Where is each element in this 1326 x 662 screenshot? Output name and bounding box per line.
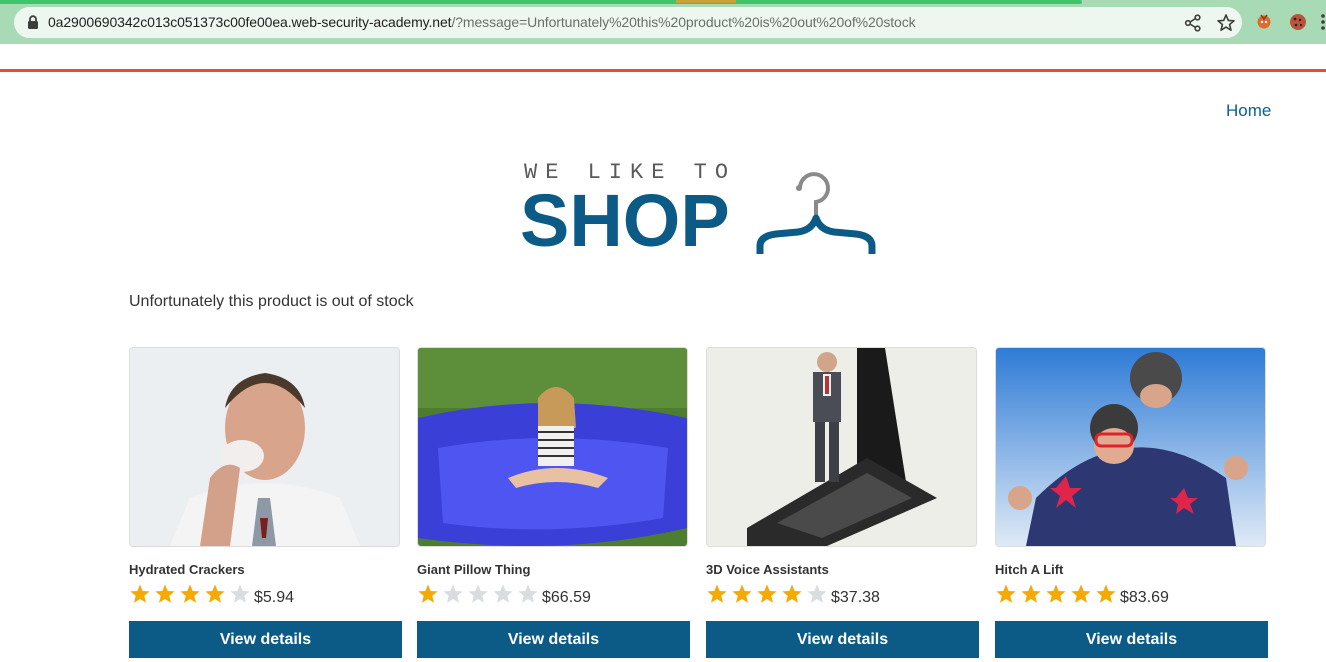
product-rating: [706, 583, 828, 607]
product-card: 3D Voice Assistants $37.38 View details: [706, 347, 979, 658]
star-filled-icon: [1071, 584, 1091, 603]
lock-icon[interactable]: [26, 15, 40, 30]
product-photo-crackers: [130, 348, 399, 546]
hanger-icon: [756, 172, 876, 254]
star-filled-icon: [205, 584, 225, 603]
star-filled-icon: [996, 584, 1016, 603]
status-message: Unfortunately this product is out of sto…: [129, 293, 414, 310]
star-filled-icon: [732, 584, 752, 603]
star-empty-icon: [493, 584, 513, 603]
product-price: $5.94: [254, 589, 295, 606]
star-empty-icon: [518, 584, 538, 603]
star-filled-icon: [757, 584, 777, 603]
view-details-button[interactable]: View details: [417, 621, 690, 658]
star-empty-icon: [443, 584, 463, 603]
url-host: 0a2900690342c013c051373c00fe00ea.web-sec…: [48, 14, 452, 30]
star-filled-icon: [707, 584, 727, 603]
star-filled-icon: [782, 584, 802, 603]
product-card: Hitch A Lift $83.69 View details: [995, 347, 1268, 658]
extension-icon[interactable]: [1255, 12, 1273, 30]
star-empty-icon: [468, 584, 488, 603]
product-image: [417, 347, 688, 547]
logo-wordmark: SHOP: [520, 179, 730, 262]
product-price: $37.38: [831, 589, 880, 606]
cookie-extension-icon[interactable]: [1288, 12, 1308, 32]
product-photo-voice-assistant: [707, 348, 976, 546]
product-image: [995, 347, 1266, 547]
site-header: [0, 44, 1326, 69]
browser-toolbar: 0a2900690342c013c051373c00fe00ea.web-sec…: [0, 0, 1326, 44]
product-price: $66.59: [542, 589, 591, 606]
view-details-button[interactable]: View details: [706, 621, 979, 658]
product-image: [129, 347, 400, 547]
header-divider: [0, 69, 1326, 72]
product-rating: [995, 583, 1117, 607]
site-logo: WE LIKE TO SHOP: [520, 158, 880, 258]
product-rating: [129, 583, 251, 607]
star-icon[interactable]: [1216, 13, 1236, 33]
view-details-button[interactable]: View details: [129, 621, 402, 658]
product-name: Hydrated Crackers: [129, 562, 245, 577]
product-name: Giant Pillow Thing: [417, 562, 531, 577]
view-details-button[interactable]: View details: [995, 621, 1268, 658]
url-text[interactable]: 0a2900690342c013c051373c00fe00ea.web-sec…: [48, 14, 916, 30]
share-icon[interactable]: [1184, 14, 1202, 32]
star-filled-icon: [130, 584, 150, 603]
address-bar[interactable]: 0a2900690342c013c051373c00fe00ea.web-sec…: [14, 7, 1242, 38]
star-filled-icon: [418, 584, 438, 603]
more-menu-icon[interactable]: [1318, 12, 1326, 32]
product-price: $83.69: [1120, 589, 1169, 606]
url-path: /?message=Unfortunately%20this%20product…: [451, 14, 916, 30]
product-rating: [417, 583, 539, 607]
star-empty-icon: [807, 584, 827, 603]
star-filled-icon: [1046, 584, 1066, 603]
product-card: Hydrated Crackers $5.94 View details: [129, 347, 402, 658]
star-filled-icon: [155, 584, 175, 603]
page-load-progress: [0, 0, 1082, 4]
product-photo-pillow: [418, 348, 687, 546]
product-image: [706, 347, 977, 547]
star-filled-icon: [1096, 584, 1116, 603]
product-name: 3D Voice Assistants: [706, 562, 829, 577]
product-name: Hitch A Lift: [995, 562, 1064, 577]
product-photo-skydive: [996, 348, 1265, 546]
star-filled-icon: [180, 584, 200, 603]
nav-home-link[interactable]: Home: [1226, 101, 1271, 121]
star-filled-icon: [1021, 584, 1041, 603]
star-empty-icon: [230, 584, 250, 603]
product-card: Giant Pillow Thing $66.59 View details: [417, 347, 690, 658]
